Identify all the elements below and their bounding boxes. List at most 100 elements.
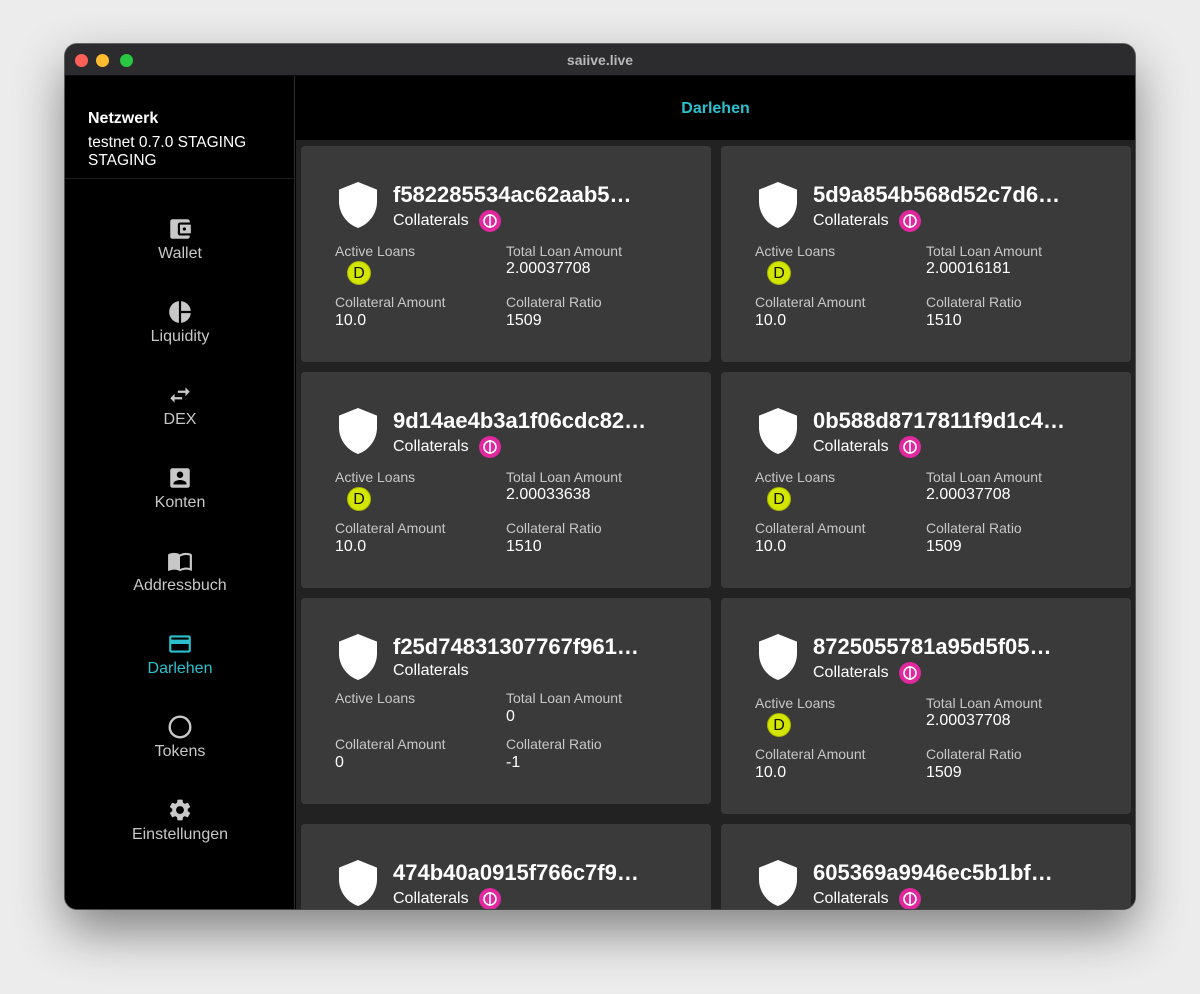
collaterals-label: Collaterals	[813, 890, 889, 907]
collateral-ratio-value: -1	[506, 754, 521, 771]
shield-icon	[759, 182, 797, 228]
dfi-token-icon	[479, 888, 502, 909]
sidebar-item-tokens[interactable]: Tokens	[65, 714, 295, 780]
active-loans-label: Active Loans	[335, 243, 416, 259]
total-loan-amount-label: Total Loan Amount	[506, 690, 622, 706]
collateral-amount-value: 10.0	[755, 764, 787, 781]
dusd-token-icon: D	[767, 261, 791, 285]
sidebar-item-label: Konten	[154, 494, 206, 511]
total-loan-amount-label: Total Loan Amount	[926, 243, 1042, 259]
vault-id: 8725055781a95d5f05…	[813, 634, 1052, 659]
vault-id: 474b40a0915f766c7f9…	[393, 860, 639, 885]
shield-icon	[759, 634, 797, 680]
credit-card-icon	[169, 635, 191, 653]
collaterals-label: Collaterals	[393, 662, 469, 679]
dfi-token-icon	[479, 210, 502, 232]
collateral-ratio-label: Collateral Ratio	[926, 746, 1022, 762]
collateral-amount-label: Collateral Amount	[755, 294, 866, 310]
collateral-ratio-label: Collateral Ratio	[926, 520, 1022, 536]
dusd-token-icon: D	[767, 487, 791, 511]
collaterals-label: Collaterals	[813, 212, 889, 229]
collateral-amount-value: 0	[335, 754, 344, 771]
sidebar-item-label: Addressbuch	[133, 577, 227, 594]
dusd-token-icon: D	[347, 261, 371, 285]
total-loan-amount-label: Total Loan Amount	[506, 469, 622, 485]
shield-icon	[339, 408, 377, 454]
collateral-ratio-label: Collateral Ratio	[506, 520, 602, 536]
vault-card[interactable]: f582285534ac62aab5… Collaterals Active L…	[301, 146, 711, 362]
vault-id: 5d9a854b568d52c7d6…	[813, 182, 1061, 207]
sidebar-item-einstellungen[interactable]: Einstellungen	[65, 797, 295, 863]
circle-icon	[168, 715, 192, 739]
vault-id: 605369a9946ec5b1bf…	[813, 860, 1053, 885]
sidebar-item-liquidity[interactable]: Liquidity	[65, 299, 295, 365]
vault-card[interactable]: 9d14ae4b3a1f06cdc82… Collaterals Active …	[301, 372, 711, 588]
sidebar-item-wallet[interactable]: Wallet	[65, 216, 295, 282]
collateral-amount-value: 10.0	[335, 312, 367, 329]
sidebar-item-addressbuch[interactable]: Addressbuch	[65, 548, 295, 614]
collateral-amount-value: 10.0	[335, 538, 367, 555]
collateral-ratio-label: Collateral Ratio	[506, 736, 602, 752]
sidebar-item-darlehen[interactable]: Darlehen	[65, 631, 295, 697]
sidebar: Netzwerk testnet 0.7.0 STAGING STAGING W…	[65, 76, 295, 909]
active-loans-label: Active Loans	[755, 695, 836, 711]
active-loans-label: Active Loans	[755, 243, 836, 259]
collateral-ratio-label: Collateral Ratio	[926, 294, 1022, 310]
dusd-token-icon: D	[767, 713, 791, 737]
vault-card[interactable]: 474b40a0915f766c7f9… Collaterals	[301, 824, 711, 909]
book-icon	[168, 552, 192, 572]
app-window: saiive.live Netzwerk testnet 0.7.0 STAGI…	[65, 44, 1135, 909]
title-bar[interactable]: saiive.live	[65, 44, 1135, 76]
window-title: saiive.live	[566, 52, 634, 68]
collaterals-row: Collaterals	[813, 662, 922, 686]
dusd-token-icon: D	[347, 487, 371, 511]
vault-card[interactable]: 605369a9946ec5b1bf… Collaterals	[721, 824, 1131, 909]
vault-card[interactable]: 0b588d8717811f9d1c4… Collaterals Active …	[721, 372, 1131, 588]
collateral-ratio-value: 1509	[506, 312, 542, 329]
network-header: Netzwerk testnet 0.7.0 STAGING STAGING	[88, 110, 288, 170]
collaterals-label: Collaterals	[813, 664, 889, 681]
vault-card[interactable]: 8725055781a95d5f05… Collaterals Active L…	[721, 598, 1131, 814]
sidebar-item-label: Tokens	[154, 743, 206, 760]
dfi-token-icon	[899, 662, 922, 684]
total-loan-amount-value: 0	[506, 708, 515, 725]
pie-chart-icon	[169, 301, 191, 323]
vault-card[interactable]: 5d9a854b568d52c7d6… Collaterals Active L…	[721, 146, 1131, 362]
total-loan-amount-value: 2.00033638	[506, 486, 591, 503]
sidebar-item-dex[interactable]: DEX	[65, 382, 295, 448]
page-header: Darlehen	[296, 76, 1135, 140]
collateral-ratio-value: 1509	[926, 764, 962, 781]
sidebar-item-label: Darlehen	[147, 660, 213, 677]
total-loan-amount-label: Total Loan Amount	[926, 695, 1042, 711]
vault-card[interactable]: f25d74831307767f961… Collaterals Active …	[301, 598, 711, 804]
vault-id: 9d14ae4b3a1f06cdc82…	[393, 408, 647, 433]
collaterals-label: Collaterals	[393, 438, 469, 455]
collateral-amount-value: 10.0	[755, 538, 787, 555]
shield-icon	[339, 634, 377, 680]
shield-icon	[759, 408, 797, 454]
sidebar-item-konten[interactable]: Konten	[65, 465, 295, 531]
gear-icon	[169, 799, 191, 821]
wallet-icon	[170, 219, 191, 239]
collaterals-row: Collaterals	[813, 888, 922, 909]
shield-icon	[339, 182, 377, 228]
sidebar-item-label: Wallet	[158, 245, 202, 262]
collateral-amount-label: Collateral Amount	[335, 520, 446, 536]
collaterals-row: Collaterals	[813, 210, 922, 234]
total-loan-amount-label: Total Loan Amount	[506, 243, 622, 259]
collaterals-label: Collaterals	[813, 438, 889, 455]
total-loan-amount-label: Total Loan Amount	[926, 469, 1042, 485]
network-info: testnet 0.7.0 STAGING STAGING	[88, 134, 247, 169]
total-loan-amount-value: 2.00037708	[506, 260, 591, 277]
sidebar-divider	[65, 178, 294, 179]
dfi-token-icon	[899, 210, 922, 232]
dfi-token-icon	[479, 436, 502, 458]
shield-icon	[759, 860, 797, 906]
total-loan-amount-value: 2.00037708	[926, 486, 1011, 503]
active-loans-label: Active Loans	[335, 690, 416, 706]
shield-icon	[339, 860, 377, 906]
collateral-amount-label: Collateral Amount	[335, 736, 446, 752]
vault-id: 0b588d8717811f9d1c4…	[813, 408, 1065, 433]
collaterals-label: Collaterals	[393, 212, 469, 229]
collateral-ratio-label: Collateral Ratio	[506, 294, 602, 310]
